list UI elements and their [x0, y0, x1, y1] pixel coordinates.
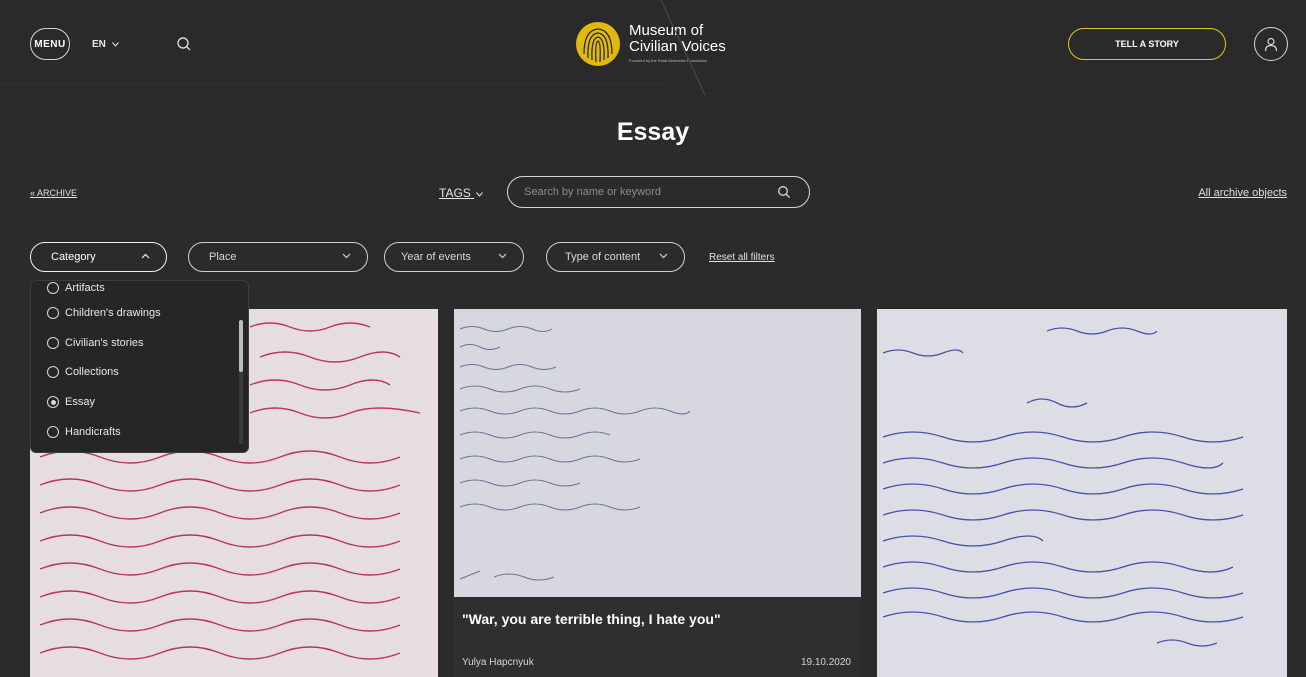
radio-icon [47, 426, 59, 438]
handwritten-essay-image [882, 327, 1244, 647]
page: MENU EN Museum of Civilian Voices Founde… [0, 0, 1306, 677]
archive-back-link[interactable]: « ARCHIVE [30, 188, 77, 198]
place-filter[interactable]: Place [188, 242, 368, 272]
radio-icon [47, 337, 59, 349]
menu-button-label: MENU [34, 38, 66, 50]
reset-filters-link[interactable]: Reset all filters [709, 252, 775, 263]
place-filter-label: Place [209, 251, 237, 263]
radio-icon [47, 366, 59, 378]
category-option-collections[interactable]: Collections [47, 363, 119, 381]
chevron-down-icon [111, 42, 119, 47]
all-archive-objects-link[interactable]: All archive objects [1198, 187, 1287, 199]
essay-card[interactable]: "War, you are terrible thing, I hate you… [454, 309, 861, 677]
type-of-content-filter[interactable]: Type of content [546, 242, 685, 272]
search-icon[interactable] [777, 185, 791, 199]
chevron-up-icon [141, 253, 150, 259]
tags-dropdown[interactable]: TAGS [439, 186, 484, 200]
card-title[interactable]: "War, you are terrible thing, I hate you… [462, 611, 721, 627]
category-filter[interactable]: Category [30, 242, 167, 272]
category-option-civilians-stories[interactable]: Civilian's stories [47, 334, 144, 352]
search-input[interactable] [524, 186, 764, 198]
card-date: 19.10.2020 [800, 657, 851, 668]
fingerprint-logo-icon [576, 22, 620, 66]
option-label: Children's drawings [65, 307, 161, 319]
page-title: Essay [616, 118, 690, 146]
language-label: EN [92, 39, 106, 50]
year-of-events-filter[interactable]: Year of events [384, 242, 524, 272]
tell-a-story-button[interactable]: TELL A STORY [1068, 28, 1226, 60]
top-navigation-bar: MENU EN Museum of Civilian Voices Founde… [0, 0, 1306, 92]
chevron-down-icon [342, 253, 351, 259]
user-icon [1264, 37, 1278, 52]
logo-title: Museum of Civilian Voices [629, 22, 726, 55]
search-icon[interactable] [176, 36, 192, 52]
category-option-artifacts[interactable]: Artifacts [47, 281, 105, 297]
option-label: Artifacts [65, 282, 105, 294]
option-label: Collections [65, 366, 119, 378]
radio-selected-icon [47, 396, 59, 408]
search-field[interactable] [507, 176, 810, 208]
category-filter-label: Category [51, 251, 96, 263]
chevron-down-icon [659, 253, 668, 259]
radio-icon [47, 307, 59, 319]
option-label: Essay [65, 396, 95, 408]
tell-a-story-label: TELL A STORY [1115, 39, 1179, 49]
category-option-childrens-drawings[interactable]: Children's drawings [47, 304, 161, 322]
year-of-events-filter-label: Year of events [401, 251, 471, 263]
user-account-button[interactable] [1254, 27, 1288, 61]
chevron-down-icon [476, 192, 484, 197]
type-of-content-filter-label: Type of content [565, 251, 641, 263]
category-dropdown-menu: Artifacts Children's drawings Civilian's… [30, 280, 249, 453]
site-logo[interactable]: Museum of Civilian Voices Founded by the… [575, 20, 775, 70]
language-selector[interactable]: EN [92, 39, 119, 50]
chevron-down-icon [498, 253, 507, 259]
essay-card[interactable] [877, 309, 1287, 677]
tags-label: TAGS [439, 186, 471, 200]
option-label: Handicrafts [65, 426, 121, 438]
logo-subtitle: Founded by the Rinat Akhmetov Foundation [629, 58, 708, 63]
category-option-essay[interactable]: Essay [47, 393, 95, 411]
radio-icon [47, 282, 59, 294]
card-image [454, 309, 861, 597]
category-option-handicrafts[interactable]: Handicrafts [47, 423, 121, 441]
card-author: Yulya Hapcnyuk [462, 657, 534, 668]
option-label: Civilian's stories [65, 337, 144, 349]
dropdown-scrollbar-thumb[interactable] [239, 320, 243, 372]
handwritten-essay-image [459, 326, 691, 581]
menu-button[interactable]: MENU [30, 28, 70, 60]
